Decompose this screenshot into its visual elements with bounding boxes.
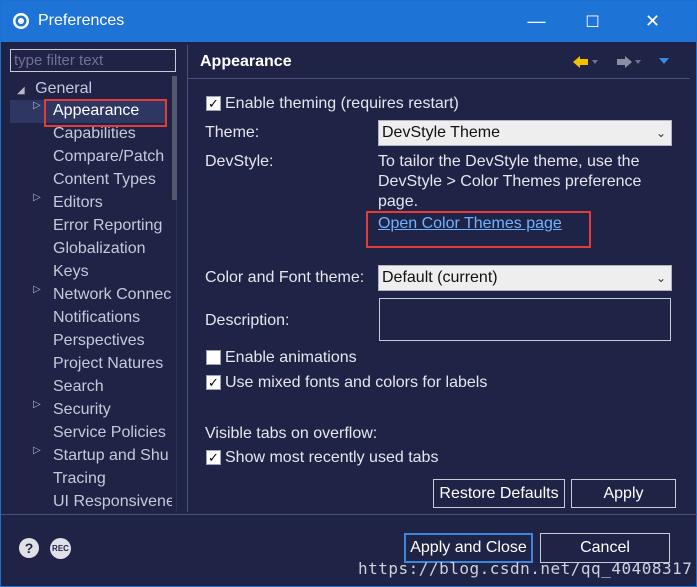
restore-defaults-label: Restore Defaults [439,484,559,502]
record-icon[interactable]: REC [50,538,71,559]
tree-item-label: Startup and Shu [53,447,169,464]
chevron-right-icon[interactable]: ▷ [33,445,41,456]
chevron-down-icon: ⌄ [655,271,666,285]
tree-item[interactable]: Globalization [53,238,146,261]
chevron-right-icon[interactable]: ▷ [33,100,41,111]
filter-input[interactable] [10,49,176,72]
tree-item[interactable]: Editors [53,192,103,215]
description-label: Description: [205,312,290,329]
title-bar: Preferences — ☐ ✕ [1,1,696,42]
restore-defaults-button[interactable]: Restore Defaults [433,479,565,508]
devstyle-label: DevStyle: [205,153,274,170]
tree-item[interactable]: Notifications [53,307,140,330]
mixed-fonts-label: Use mixed fonts and colors for labels [225,374,488,391]
show-recent-tabs-label: Show most recently used tabs [225,449,439,466]
check-icon: ✓ [208,375,219,390]
color-font-theme-value: Default (current) [382,269,498,286]
enable-theming-label: Enable theming (requires restart) [225,95,459,112]
page-title: Appearance [200,53,292,70]
apply-button[interactable]: Apply [571,479,676,508]
tree-item[interactable]: UI Responsivene [53,491,172,514]
tree-item-label: Tracing [53,470,106,487]
help-glyph: ? [24,540,34,556]
tree-item-label: Search [53,378,104,395]
footer-divider [1,514,697,515]
enable-theming-checkbox[interactable]: ✓ [206,96,221,111]
tree-item-general[interactable]: ◢ General [17,78,92,101]
devstyle-text-line1: To tailor the DevStyle theme, use the [378,153,640,170]
back-arrow-icon[interactable] [571,54,599,70]
apply-and-close-label: Apply and Close [410,539,527,556]
tree-item[interactable]: Startup and Shu [53,445,169,468]
minimize-button[interactable]: — [509,1,564,42]
theme-label: Theme: [205,124,260,141]
chevron-down-icon: ⌄ [655,126,666,140]
mixed-fonts-checkbox[interactable]: ✓ [206,375,221,390]
tree-item[interactable]: Service Policies [53,422,166,445]
maximize-icon: ☐ [585,13,600,31]
forward-arrow-icon[interactable] [614,54,642,70]
tree-item-label: General [35,80,93,97]
highlight-appearance [44,99,167,127]
tree-item-label: Perspectives [53,332,145,349]
tree-item[interactable]: Tracing [53,468,106,491]
cancel-label: Cancel [580,539,630,556]
tree-item-label: Notifications [53,309,141,326]
watermark: https://blog.csdn.net/qq_40408317 [358,559,693,578]
enable-animations-label: Enable animations [225,349,357,366]
check-icon: ✓ [208,450,219,465]
preferences-window: Preferences — ☐ ✕ ◢ General ▷ Appearance C… [0,0,697,587]
tree-item[interactable]: Security [53,399,111,422]
highlight-open-link [366,211,591,248]
devstyle-text-line3: page. [378,193,419,210]
window-title: Preferences [38,12,125,29]
show-recent-tabs-checkbox[interactable]: ✓ [206,450,221,465]
tree-item-label: Editors [53,194,103,211]
maximize-button[interactable]: ☐ [565,1,620,42]
chevron-down-icon[interactable]: ◢ [17,85,25,96]
chevron-right-icon[interactable]: ▷ [33,399,41,410]
tree-item-label: Content Types [53,171,156,188]
tree-item[interactable]: Search [53,376,104,399]
tree-item-label: Capabilities [53,125,136,142]
devstyle-text-line2: DevStyle > Color Themes preference [378,173,642,190]
tree-item[interactable]: Perspectives [53,330,145,353]
tree-item[interactable]: Project Natures [53,353,163,376]
tree-item-label: Project Natures [53,355,164,372]
record-label: REC [52,544,69,553]
color-font-theme-select[interactable]: Default (current) ⌄ [378,265,672,291]
tree-item-label: UI Responsivene [53,493,172,510]
tree-item-label: Keys [53,263,89,280]
visible-tabs-label: Visible tabs on overflow: [205,425,378,442]
tree-item-label: Security [53,401,111,418]
tree-item-label: Compare/Patch [53,148,165,165]
tree-item-label: Globalization [53,240,146,257]
tree-item[interactable]: Content Types [53,169,156,192]
check-icon: ✓ [208,96,219,111]
theme-value: DevStyle Theme [382,124,500,141]
enable-animations-checkbox[interactable] [206,350,221,365]
theme-select[interactable]: DevStyle Theme ⌄ [378,120,672,146]
tree-item[interactable]: Compare/Patch [53,146,164,169]
tree-item-label: Network Connec [53,286,172,303]
minimize-icon: — [527,11,546,31]
chevron-right-icon[interactable]: ▷ [33,284,41,295]
tree-scrollbar[interactable] [172,76,177,200]
tree-item[interactable]: Error Reporting [53,215,162,238]
tree-item[interactable]: Network Connec [53,284,171,307]
tree-item-label: Error Reporting [53,217,163,234]
help-icon[interactable]: ? [19,538,39,558]
chevron-right-icon[interactable]: ▷ [33,192,41,203]
apply-label: Apply [603,484,644,502]
tree-item-label: Service Policies [53,424,166,441]
pane-divider [187,45,188,512]
color-font-theme-label: Color and Font theme: [205,269,365,286]
view-menu-icon[interactable] [658,56,670,66]
description-box [379,298,671,341]
gear-icon [13,13,29,29]
close-icon: ✕ [644,11,661,31]
page-header: Appearance [188,45,690,79]
tree-item[interactable]: Keys [53,261,89,284]
close-button[interactable]: ✕ [625,1,680,42]
